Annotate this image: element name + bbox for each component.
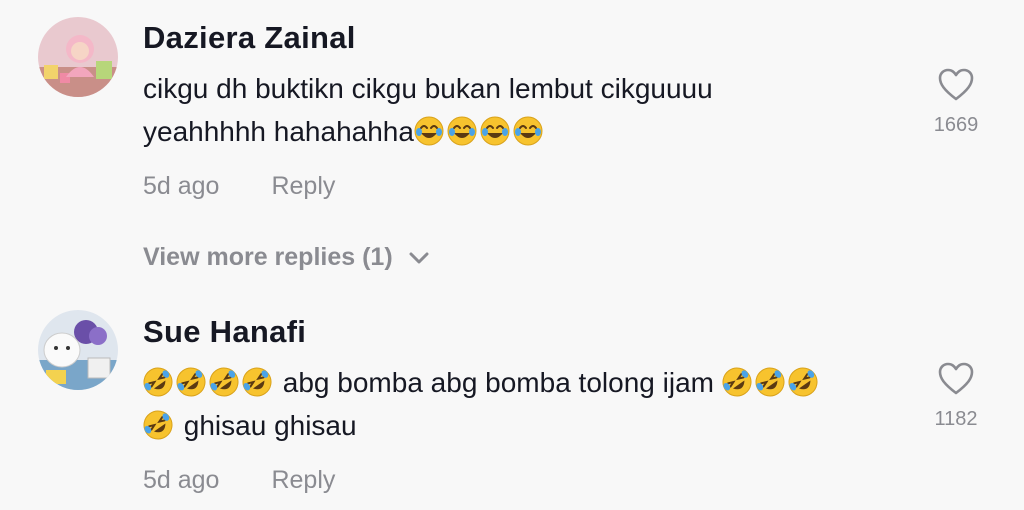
comment-text-fragment: yeahhhhh hahahahha	[143, 116, 414, 147]
comment-meta: 5d ago Reply	[143, 466, 335, 495]
comment-timestamp: 5d ago	[143, 466, 220, 494]
comment-text-line: ghisau ghisau	[143, 404, 903, 447]
rolling-on-floor-laughing-icon	[754, 367, 785, 397]
heart-icon[interactable]	[938, 362, 974, 396]
comment-meta: 5d ago Reply	[143, 172, 335, 201]
rolling-on-floor-laughing-icon	[787, 367, 818, 397]
like-area: 1669	[926, 68, 986, 137]
face-with-tears-of-joy-icon	[413, 116, 444, 146]
face-with-tears-of-joy-icon	[479, 116, 510, 146]
reply-button[interactable]: Reply	[271, 466, 335, 494]
comment-username[interactable]: Daziera Zainal	[143, 20, 356, 56]
avatar[interactable]	[38, 17, 118, 97]
comment-text-fragment: abg bomba abg bomba tolong ijam	[282, 367, 714, 398]
comment-text-line: cikgu dh buktikn cikgu bukan lembut cikg…	[143, 73, 713, 104]
reply-button[interactable]: Reply	[271, 172, 335, 200]
rolling-on-floor-laughing-icon	[143, 410, 173, 440]
chevron-down-icon	[409, 252, 429, 264]
rolling-on-floor-laughing-icon	[242, 367, 272, 397]
rolling-on-floor-laughing-icon	[209, 367, 239, 397]
view-more-replies-label: View more replies (1)	[143, 243, 393, 271]
heart-icon[interactable]	[938, 68, 974, 102]
comment-text-line: abg bomba abg bomba tolong ijam	[143, 361, 903, 404]
rolling-on-floor-laughing-icon	[143, 367, 173, 397]
face-with-tears-of-joy-icon	[446, 116, 477, 146]
comment-username[interactable]: Sue Hanafi	[143, 314, 306, 350]
face-with-tears-of-joy-icon	[512, 116, 543, 146]
view-more-replies-button[interactable]: View more replies (1)	[143, 243, 430, 272]
like-count: 1182	[934, 408, 978, 430]
avatar[interactable]	[38, 310, 118, 390]
like-count: 1669	[933, 114, 979, 136]
like-area: 1182	[926, 362, 986, 431]
comment-text-line: yeahhhhh hahahahha	[143, 110, 903, 153]
comment-text: abg bomba abg bomba tolong ijam ghisau g…	[143, 361, 903, 447]
rolling-on-floor-laughing-icon	[721, 367, 752, 397]
comment-timestamp: 5d ago	[143, 172, 220, 200]
rolling-on-floor-laughing-icon	[176, 367, 206, 397]
comment-text: cikgu dh buktikn cikgu bukan lembut cikg…	[143, 67, 903, 153]
comment-text-fragment: ghisau ghisau	[183, 410, 357, 441]
